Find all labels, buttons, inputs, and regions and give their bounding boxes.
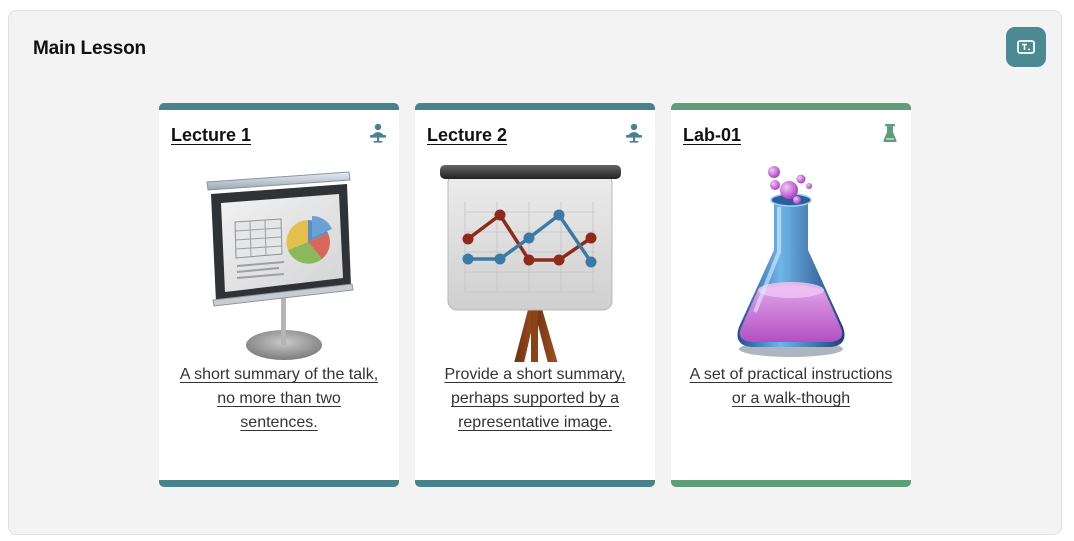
chemistry-flask-image bbox=[737, 166, 845, 357]
panel-title: Main Lesson bbox=[33, 38, 146, 59]
presenter-icon bbox=[626, 123, 642, 143]
card-title-lecture-2[interactable]: Lecture 2 bbox=[427, 125, 507, 146]
card-title-lab-01[interactable]: Lab-01 bbox=[683, 125, 741, 146]
lab-01-card[interactable]: Lab-01 A set of practical instructions o… bbox=[671, 103, 911, 487]
card-summary-lecture-2[interactable]: Provide a short summary, perhaps support… bbox=[433, 363, 637, 435]
card-summary-lecture-1[interactable]: A short summary of the talk, no more tha… bbox=[177, 363, 381, 435]
projector-screen-pie-chart-image bbox=[206, 171, 354, 360]
text-format-button[interactable] bbox=[1006, 27, 1046, 67]
lecture-1-card[interactable]: Lecture 1 A short summary of the talk, n… bbox=[159, 103, 399, 487]
main-lesson-panel: Main Lesson Lecture 1 A short summary of… bbox=[8, 10, 1062, 535]
easel-line-chart-image bbox=[440, 165, 621, 362]
text-box-icon bbox=[1017, 40, 1035, 54]
card-title-lecture-1[interactable]: Lecture 1 bbox=[171, 125, 251, 146]
card-summary-lab-01[interactable]: A set of practical instructions or a wal… bbox=[689, 363, 893, 411]
flask-icon bbox=[883, 124, 897, 142]
presenter-icon bbox=[370, 123, 386, 143]
lecture-2-card[interactable]: Lecture 2 Provide a short summary, perha… bbox=[415, 103, 655, 487]
